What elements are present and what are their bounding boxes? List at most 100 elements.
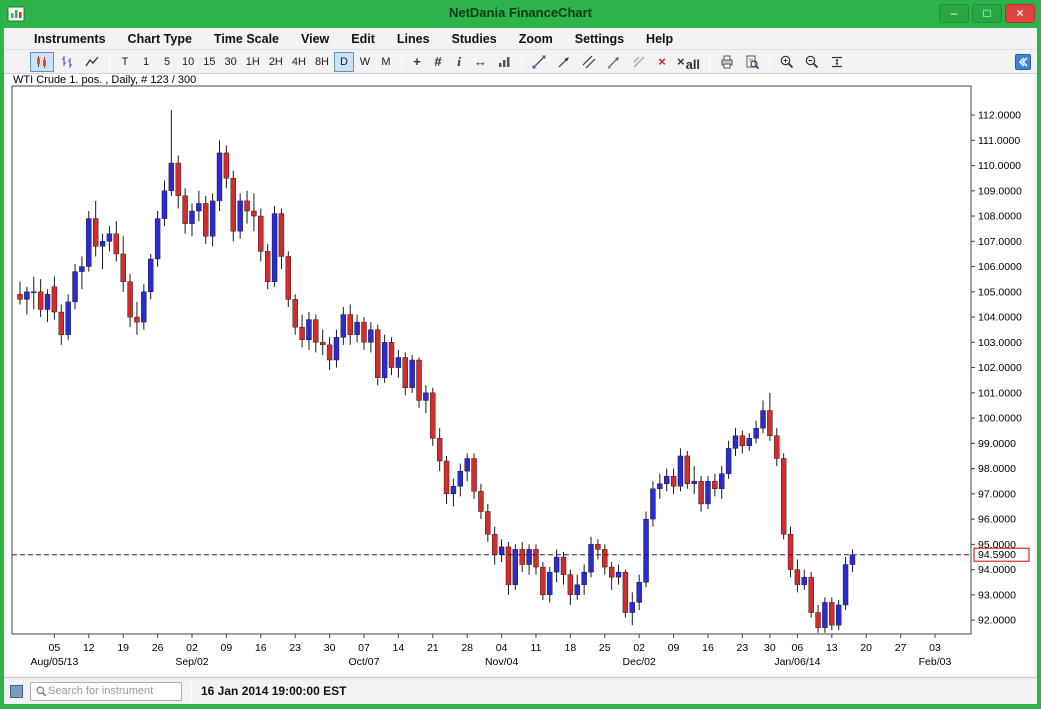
svg-text:19: 19 xyxy=(117,642,129,654)
delete-all-icon: × xyxy=(677,54,685,69)
zoom-in-button[interactable] xyxy=(775,52,799,72)
minimize-button[interactable]: – xyxy=(939,4,969,23)
svg-text:11: 11 xyxy=(531,642,542,654)
print-preview-button[interactable] xyxy=(740,52,764,72)
svg-text:30: 30 xyxy=(764,642,776,654)
search-icon xyxy=(35,685,48,698)
zoom-out-button[interactable] xyxy=(800,52,824,72)
bar-chart-icon xyxy=(59,54,75,70)
menu-studies[interactable]: Studies xyxy=(452,32,497,46)
chart-type-candlestick-button[interactable] xyxy=(30,52,54,72)
menu-edit[interactable]: Edit xyxy=(351,32,375,46)
instrument-tile-icon[interactable] xyxy=(10,685,23,698)
candlestick-chart-plot[interactable]: 92.000093.000094.000095.000096.000097.00… xyxy=(7,74,1034,676)
timeframe-2h-button[interactable]: 2H xyxy=(265,52,287,72)
delete-all-lines-button[interactable]: ×all xyxy=(673,52,704,72)
svg-text:20: 20 xyxy=(860,642,872,654)
erase-lines-button[interactable] xyxy=(627,52,651,72)
timeframe-monthly-button[interactable]: M xyxy=(376,52,396,72)
search-input[interactable] xyxy=(48,685,168,697)
timeframe-tick-button[interactable]: T xyxy=(115,52,135,72)
svg-text:102.0000: 102.0000 xyxy=(978,362,1022,374)
ray-icon xyxy=(556,54,572,70)
timeframe-4h-button[interactable]: 4H xyxy=(288,52,310,72)
chart-type-bar-button[interactable] xyxy=(55,52,79,72)
panel-expand-button[interactable] xyxy=(1015,54,1031,70)
arrow-line-button[interactable] xyxy=(602,52,626,72)
svg-text:104.0000: 104.0000 xyxy=(978,312,1022,324)
svg-text:97.0000: 97.0000 xyxy=(978,488,1016,500)
timeframe-10m-button[interactable]: 10 xyxy=(178,52,198,72)
svg-text:16: 16 xyxy=(255,642,267,654)
volume-button[interactable] xyxy=(492,52,516,72)
svg-text:21: 21 xyxy=(427,642,439,654)
grid-button[interactable]: # xyxy=(428,52,448,72)
chart-area[interactable]: WTI Crude 1. pos. , Daily, # 123 / 300 9… xyxy=(7,74,1034,676)
menu-bar: Instruments Chart Type Time Scale View E… xyxy=(4,28,1037,50)
svg-text:28: 28 xyxy=(461,642,473,654)
svg-text:103.0000: 103.0000 xyxy=(978,337,1022,349)
candlestick-chart-icon xyxy=(34,54,50,70)
svg-text:106.0000: 106.0000 xyxy=(978,261,1022,273)
close-button[interactable]: × xyxy=(1005,4,1035,23)
window-content: Instruments Chart Type Time Scale View E… xyxy=(4,28,1037,704)
svg-text:101.0000: 101.0000 xyxy=(978,387,1022,399)
svg-text:26: 26 xyxy=(152,642,164,654)
delete-all-label: all xyxy=(686,57,700,72)
svg-text:98.0000: 98.0000 xyxy=(978,463,1016,475)
svg-text:16: 16 xyxy=(702,642,714,654)
menu-zoom[interactable]: Zoom xyxy=(519,32,553,46)
crosshair-button[interactable]: + xyxy=(407,52,427,72)
timeframe-1h-button[interactable]: 1H xyxy=(242,52,264,72)
menu-lines[interactable]: Lines xyxy=(397,32,430,46)
search-box[interactable] xyxy=(30,682,182,701)
timeframe-1m-button[interactable]: 1 xyxy=(136,52,156,72)
svg-text:23: 23 xyxy=(289,642,301,654)
timeframe-weekly-button[interactable]: W xyxy=(355,52,375,72)
svg-text:109.0000: 109.0000 xyxy=(978,185,1022,197)
svg-text:Aug/05/13: Aug/05/13 xyxy=(30,656,78,668)
svg-text:Sep/02: Sep/02 xyxy=(175,656,208,668)
timeframe-daily-button[interactable]: D xyxy=(334,52,354,72)
svg-text:12: 12 xyxy=(83,642,95,654)
channel-button[interactable] xyxy=(577,52,601,72)
menu-view[interactable]: View xyxy=(301,32,329,46)
svg-text:04: 04 xyxy=(496,642,508,654)
toolbar-separator xyxy=(401,53,402,71)
svg-text:112.0000: 112.0000 xyxy=(978,110,1021,122)
svg-text:18: 18 xyxy=(565,642,577,654)
timeframe-15m-button[interactable]: 15 xyxy=(199,52,219,72)
svg-text:09: 09 xyxy=(221,642,233,654)
svg-text:92.0000: 92.0000 xyxy=(978,615,1016,627)
svg-text:Oct/07: Oct/07 xyxy=(349,656,380,668)
chart-type-line-button[interactable] xyxy=(80,52,104,72)
zoom-fit-icon xyxy=(829,54,845,70)
trendline-button[interactable] xyxy=(527,52,551,72)
svg-text:99.0000: 99.0000 xyxy=(978,438,1016,450)
timeframe-5m-button[interactable]: 5 xyxy=(157,52,177,72)
timeframe-8h-button[interactable]: 8H xyxy=(311,52,333,72)
info-icon: i xyxy=(457,54,461,70)
title-bar[interactable]: NetDania FinanceChart – □ × xyxy=(0,0,1041,28)
ray-line-button[interactable] xyxy=(552,52,576,72)
menu-settings[interactable]: Settings xyxy=(575,32,624,46)
menu-instruments[interactable]: Instruments xyxy=(34,32,106,46)
statusbar-separator xyxy=(191,682,192,700)
crosshair-icon: + xyxy=(413,54,421,69)
info-button[interactable]: i xyxy=(449,52,469,72)
print-button[interactable] xyxy=(715,52,739,72)
h-scroll-button[interactable]: ↔ xyxy=(470,52,491,72)
zoom-fit-button[interactable] xyxy=(825,52,849,72)
delete-lines-button[interactable]: × xyxy=(652,52,672,72)
menu-chart-type[interactable]: Chart Type xyxy=(128,32,192,46)
menu-time-scale[interactable]: Time Scale xyxy=(214,32,279,46)
svg-text:07: 07 xyxy=(358,642,370,654)
maximize-button[interactable]: □ xyxy=(972,4,1002,23)
svg-text:Jan/06/14: Jan/06/14 xyxy=(774,656,820,668)
timeframe-30m-button[interactable]: 30 xyxy=(221,52,241,72)
menu-help[interactable]: Help xyxy=(646,32,673,46)
volume-icon xyxy=(496,54,512,70)
printer-icon xyxy=(719,54,735,70)
svg-text:02: 02 xyxy=(186,642,198,654)
svg-text:107.0000: 107.0000 xyxy=(978,236,1022,248)
